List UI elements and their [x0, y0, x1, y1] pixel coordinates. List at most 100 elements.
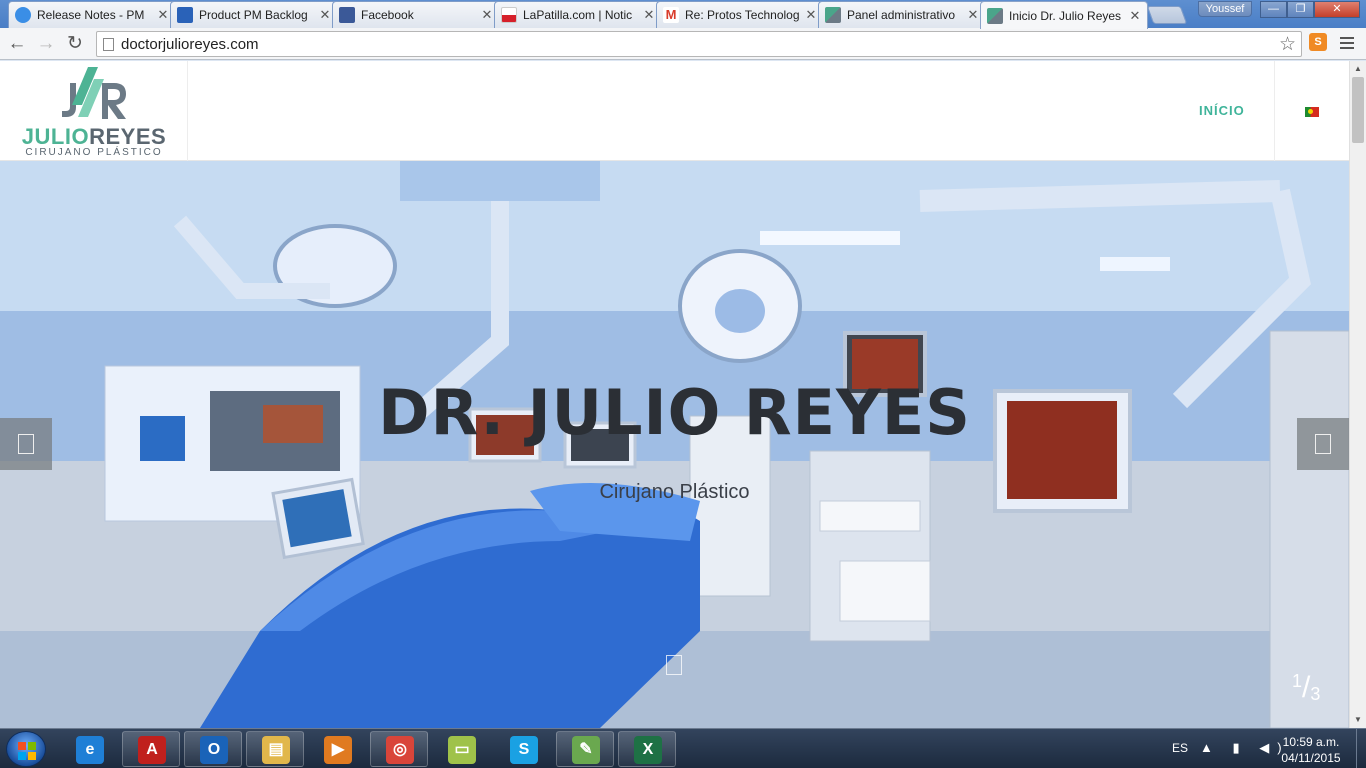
- browser-tab-strip: Release Notes - PM ✕ Product PM Backlog …: [0, 0, 1366, 29]
- maximize-button[interactable]: ❐: [1287, 1, 1314, 18]
- windows-logo-part: [28, 752, 36, 760]
- scroll-thumb[interactable]: [1352, 77, 1364, 143]
- clock-time: 10:59 a.m.: [1282, 735, 1340, 749]
- slider-next-button[interactable]: [1297, 418, 1349, 470]
- notes-icon: ▭: [448, 736, 476, 764]
- start-button[interactable]: [6, 731, 46, 767]
- tab-close-icon[interactable]: ✕: [967, 7, 979, 23]
- tab-title: Product PM Backlog: [199, 8, 308, 22]
- browser-toolbar: ← → ↻ doctorjulioreyes.com ☆ S: [0, 28, 1366, 60]
- prev-arrow-icon: [18, 434, 34, 454]
- forward-button[interactable]: →: [34, 32, 58, 56]
- taskbar-app-outlook[interactable]: O: [184, 731, 242, 767]
- taskbar-app-acrobat[interactable]: A: [122, 731, 180, 767]
- taskbar-app-internet-explorer[interactable]: e: [60, 731, 118, 767]
- tab-close-icon[interactable]: ✕: [157, 7, 169, 23]
- tab-title: Re: Protos Technolog: [685, 8, 800, 22]
- page-viewport: JULIOREYES CIRUJANO PLÁSTICO INÍCIO DR. …: [0, 61, 1366, 728]
- extension-icon[interactable]: S: [1309, 33, 1327, 51]
- clock-date: 04/11/2015: [1281, 751, 1341, 765]
- slide-total: 3: [1310, 684, 1321, 704]
- logo-monogram-icon: [62, 67, 126, 119]
- windows-logo-part: [18, 752, 26, 760]
- taskbar-app-skype[interactable]: S: [494, 731, 552, 767]
- nav-link-inicio[interactable]: INÍCIO: [1199, 103, 1245, 118]
- chrome-icon: ◎: [386, 736, 414, 764]
- bookmark-star-icon[interactable]: ☆: [1279, 33, 1296, 56]
- back-button[interactable]: ←: [5, 32, 29, 56]
- logo-subtitle: CIRUJANO PLÁSTICO: [25, 147, 163, 158]
- tab-close-icon[interactable]: ✕: [481, 7, 493, 23]
- internet-explorer-icon: e: [76, 736, 104, 764]
- scroll-up-icon[interactable]: ▲: [1354, 64, 1362, 73]
- taskbar-clock[interactable]: 10:59 a.m. 04/11/2015: [1276, 734, 1346, 766]
- show-desktop-button[interactable]: [1356, 729, 1366, 768]
- outlook-icon: O: [200, 736, 228, 764]
- hero-subtitle: Cirujano Plástico: [599, 481, 750, 503]
- windows-logo-part: [28, 742, 36, 750]
- release-notes-favicon-icon: [15, 7, 31, 23]
- logo-first-name: JULIO: [21, 124, 90, 149]
- file-explorer-icon: ▤: [262, 736, 290, 764]
- tab-gmail[interactable]: M Re: Protos Technolog ✕: [656, 1, 824, 28]
- slider-pause-icon[interactable]: [666, 655, 682, 675]
- tab-inicio-julio-reyes[interactable]: Inicio Dr. Julio Reyes ✕: [980, 1, 1148, 29]
- tab-close-icon[interactable]: ✕: [1129, 8, 1141, 24]
- next-arrow-icon: [1315, 434, 1331, 454]
- lapatilla-favicon-icon: [501, 7, 517, 23]
- acrobat-icon: A: [138, 736, 166, 764]
- site-header: JULIOREYES CIRUJANO PLÁSTICO INÍCIO: [0, 61, 1349, 161]
- taskbar-app-editor[interactable]: ✎: [556, 731, 614, 767]
- minimize-button[interactable]: —: [1260, 1, 1287, 18]
- tab-panel-admin[interactable]: Panel administrativo ✕: [818, 1, 986, 28]
- taskbar-app-media-player[interactable]: ▶: [308, 731, 366, 767]
- user-profile-badge[interactable]: Youssef: [1198, 1, 1252, 17]
- facebook-favicon-icon: [339, 7, 355, 23]
- input-language[interactable]: ES: [1172, 741, 1188, 755]
- tab-title: Release Notes - PM: [37, 8, 145, 22]
- backlog-favicon-icon: [177, 7, 193, 23]
- media-player-icon: ▶: [324, 736, 352, 764]
- tab-facebook[interactable]: Facebook ✕: [332, 1, 500, 28]
- excel-icon: X: [634, 736, 662, 764]
- tab-title: Facebook: [361, 8, 414, 22]
- reload-button[interactable]: ↻: [63, 32, 87, 56]
- portugal-flag-icon[interactable]: [1305, 107, 1319, 117]
- skype-icon: S: [510, 736, 538, 764]
- taskbar-app-file-explorer[interactable]: ▤: [246, 731, 304, 767]
- site-favicon-icon: [987, 7, 1003, 24]
- taskbar-app-chrome[interactable]: ◎: [370, 731, 428, 767]
- scroll-down-icon[interactable]: ▼: [1354, 715, 1362, 724]
- site-logo[interactable]: JULIOREYES CIRUJANO PLÁSTICO: [0, 61, 188, 161]
- tab-product-backlog[interactable]: Product PM Backlog ✕: [170, 1, 338, 28]
- hero-slider: DR. JULIO REYES Cirujano Plástico 1/3: [0, 161, 1349, 728]
- address-bar[interactable]: doctorjulioreyes.com ☆: [96, 31, 1302, 57]
- logo-last-name: REYES: [89, 124, 167, 149]
- close-window-button[interactable]: ✕: [1314, 1, 1360, 18]
- page-icon: [103, 38, 114, 51]
- taskbar-app-excel[interactable]: X: [618, 731, 676, 767]
- tab-close-icon[interactable]: ✕: [319, 7, 331, 23]
- editor-icon: ✎: [572, 736, 600, 764]
- tab-close-icon[interactable]: ✕: [805, 7, 817, 23]
- gmail-favicon-icon: M: [663, 7, 679, 23]
- tab-title: LaPatilla.com | Notic: [523, 8, 633, 22]
- hero-title: DR. JULIO REYES: [378, 376, 971, 449]
- tab-title: Panel administrativo: [847, 8, 956, 22]
- new-tab-button[interactable]: [1146, 6, 1188, 24]
- slide-current: 1: [1292, 671, 1303, 691]
- chrome-menu-icon[interactable]: [1338, 35, 1356, 51]
- tab-close-icon[interactable]: ✕: [643, 7, 655, 23]
- tab-title: Inicio Dr. Julio Reyes: [1009, 8, 1122, 23]
- slide-counter: 1/3: [1292, 671, 1320, 705]
- windows-taskbar: e A O ▤ ▶ ◎ ▭ S ✎ X ES ▲ ▮ ◀) 10:59 a.m. 04/11/20…: [0, 728, 1366, 768]
- windows-logo-icon: [18, 742, 26, 750]
- slider-prev-button[interactable]: [0, 418, 52, 470]
- page-scrollbar[interactable]: ▲ ▼: [1349, 61, 1366, 728]
- address-url[interactable]: doctorjulioreyes.com: [121, 36, 259, 53]
- tab-lapatilla[interactable]: LaPatilla.com | Notic ✕: [494, 1, 662, 28]
- taskbar-app-notes[interactable]: ▭: [432, 731, 490, 767]
- site-favicon-icon: [825, 7, 841, 23]
- nav-divider: [1274, 61, 1275, 161]
- tab-release-notes[interactable]: Release Notes - PM ✕: [8, 1, 176, 28]
